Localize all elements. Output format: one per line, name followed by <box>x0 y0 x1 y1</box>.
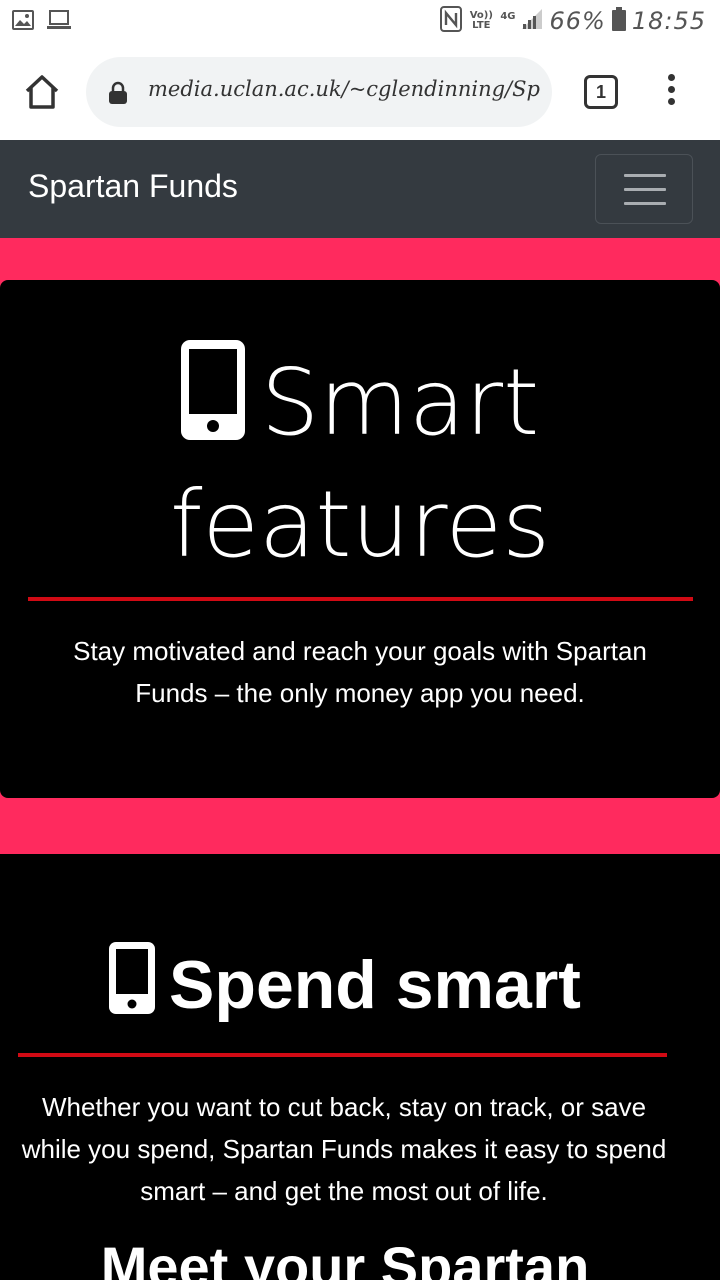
home-icon <box>25 75 59 109</box>
tab-switcher-button[interactable]: 1 <box>584 75 618 109</box>
status-bar: Vo)) LTE 4G 66% 18:55 <box>0 0 720 42</box>
mobile-phone-icon <box>180 340 245 467</box>
dot-icon <box>667 74 675 81</box>
overflow-menu-button[interactable] <box>662 74 680 114</box>
hero-heading: Smart features <box>0 340 720 583</box>
spend-smart-title: Spend smart <box>169 947 581 1023</box>
spend-smart-divider <box>18 1053 667 1057</box>
battery-icon <box>611 7 626 35</box>
data-type-label: 4G <box>500 11 516 22</box>
hero-text: Stay motivated and reach your goals with… <box>73 636 647 708</box>
dot-icon <box>667 86 675 93</box>
nav-toggle-button[interactable] <box>595 154 693 224</box>
clock: 18:55 <box>631 7 706 35</box>
meet-heading: Meet your Spartan <box>100 1235 590 1280</box>
spend-smart-text: Whether you want to cut back, stay on tr… <box>21 1092 667 1206</box>
brand-link[interactable]: Spartan Funds <box>28 168 238 205</box>
hamburger-line <box>624 188 666 191</box>
battery-percent: 66% <box>549 7 606 35</box>
spend-smart-heading: Spend smart <box>0 942 690 1033</box>
home-button[interactable] <box>22 72 62 112</box>
lock-icon <box>108 81 128 110</box>
gallery-icon <box>12 10 34 35</box>
mobile-phone-icon <box>109 942 156 1033</box>
signal-icon <box>521 8 543 34</box>
hamburger-line <box>624 174 666 177</box>
laptop-icon <box>46 10 72 35</box>
site-navbar: Spartan Funds <box>0 140 720 238</box>
hero-card: Smart features Stay motivated and reach … <box>0 280 720 798</box>
dot-icon <box>667 98 675 105</box>
hamburger-line <box>624 202 666 205</box>
browser-toolbar: media.uclan.ac.uk/~cglendinning/Spartan … <box>0 42 720 140</box>
url-text: media.uclan.ac.uk/~cglendinning/Spartan <box>148 77 540 101</box>
network-type-label: Vo)) LTE <box>469 10 493 31</box>
nfc-icon <box>440 6 463 36</box>
address-bar[interactable]: media.uclan.ac.uk/~cglendinning/Spartan <box>86 57 552 127</box>
hero-divider <box>28 597 693 601</box>
